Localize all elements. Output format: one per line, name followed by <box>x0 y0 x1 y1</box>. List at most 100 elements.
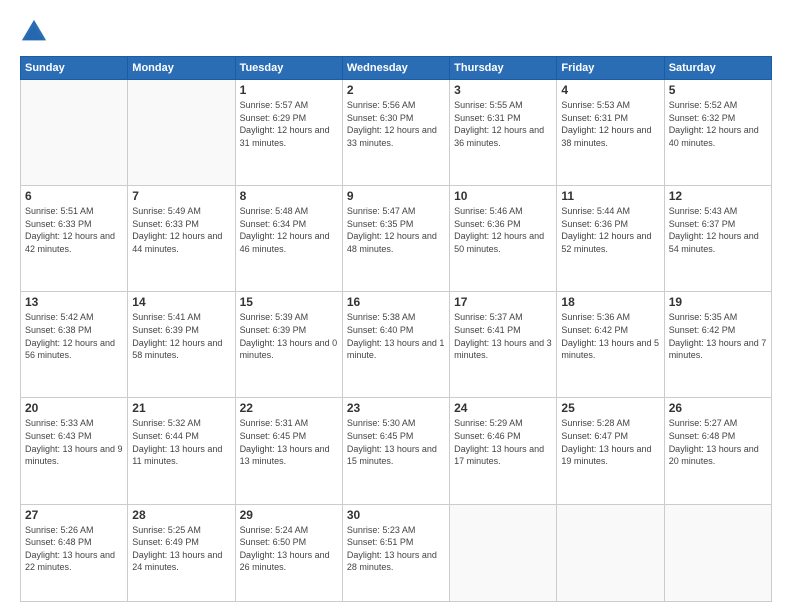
calendar-header-saturday: Saturday <box>664 57 771 80</box>
calendar-cell: 29 Sunrise: 5:24 AMSunset: 6:50 PMDayligh… <box>235 504 342 601</box>
day-info: Sunrise: 5:23 AMSunset: 6:51 PMDaylight:… <box>347 524 445 574</box>
day-info: Sunrise: 5:28 AMSunset: 6:47 PMDaylight:… <box>561 417 659 467</box>
logo <box>20 18 52 46</box>
calendar-cell: 20 Sunrise: 5:33 AMSunset: 6:43 PMDayligh… <box>21 398 128 504</box>
calendar-cell: 14Sunrise: 5:41 AMSunset: 6:39 PMDayligh… <box>128 292 235 398</box>
day-number: 16 <box>347 295 445 309</box>
calendar-cell: 8 Sunrise: 5:48 AMSunset: 6:34 PMDaylight… <box>235 186 342 292</box>
calendar-table: SundayMondayTuesdayWednesdayThursdayFrid… <box>20 56 772 602</box>
calendar-cell: 13Sunrise: 5:42 AMSunset: 6:38 PMDayligh… <box>21 292 128 398</box>
calendar-cell: 19 Sunrise: 5:35 AMSunset: 6:42 PMDayligh… <box>664 292 771 398</box>
day-info: Sunrise: 5:32 AMSunset: 6:44 PMDaylight:… <box>132 417 230 467</box>
day-info: Sunrise: 5:51 AMSunset: 6:33 PMDaylight:… <box>25 205 123 255</box>
day-number: 29 <box>240 508 338 522</box>
day-number: 17 <box>454 295 552 309</box>
calendar-cell: 9 Sunrise: 5:47 AMSunset: 6:35 PMDaylight… <box>342 186 449 292</box>
day-info: Sunrise: 5:24 AMSunset: 6:50 PMDaylight:… <box>240 524 338 574</box>
calendar-cell <box>128 80 235 186</box>
calendar-week-row: 6 Sunrise: 5:51 AMSunset: 6:33 PMDaylight… <box>21 186 772 292</box>
day-number: 6 <box>25 189 123 203</box>
calendar-header-sunday: Sunday <box>21 57 128 80</box>
day-number: 27 <box>25 508 123 522</box>
day-number: 22 <box>240 401 338 415</box>
day-number: 18 <box>561 295 659 309</box>
day-info: Sunrise: 5:48 AMSunset: 6:34 PMDaylight:… <box>240 205 338 255</box>
calendar-cell: 17 Sunrise: 5:37 AMSunset: 6:41 PMDayligh… <box>450 292 557 398</box>
calendar-cell: 12Sunrise: 5:43 AMSunset: 6:37 PMDayligh… <box>664 186 771 292</box>
calendar-header-thursday: Thursday <box>450 57 557 80</box>
day-info: Sunrise: 5:53 AMSunset: 6:31 PMDaylight:… <box>561 99 659 149</box>
calendar-cell: 15 Sunrise: 5:39 AMSunset: 6:39 PMDayligh… <box>235 292 342 398</box>
day-number: 1 <box>240 83 338 97</box>
day-info: Sunrise: 5:49 AMSunset: 6:33 PMDaylight:… <box>132 205 230 255</box>
day-info: Sunrise: 5:26 AMSunset: 6:48 PMDaylight:… <box>25 524 123 574</box>
calendar-cell: 21 Sunrise: 5:32 AMSunset: 6:44 PMDayligh… <box>128 398 235 504</box>
calendar-header-friday: Friday <box>557 57 664 80</box>
calendar-cell: 27 Sunrise: 5:26 AMSunset: 6:48 PMDayligh… <box>21 504 128 601</box>
day-number: 7 <box>132 189 230 203</box>
calendar-cell: 11 Sunrise: 5:44 AMSunset: 6:36 PMDayligh… <box>557 186 664 292</box>
day-number: 9 <box>347 189 445 203</box>
day-info: Sunrise: 5:56 AMSunset: 6:30 PMDaylight:… <box>347 99 445 149</box>
day-number: 14 <box>132 295 230 309</box>
day-number: 19 <box>669 295 767 309</box>
day-info: Sunrise: 5:29 AMSunset: 6:46 PMDaylight:… <box>454 417 552 467</box>
day-number: 28 <box>132 508 230 522</box>
logo-icon <box>20 18 48 46</box>
calendar-cell: 26 Sunrise: 5:27 AMSunset: 6:48 PMDayligh… <box>664 398 771 504</box>
day-number: 24 <box>454 401 552 415</box>
day-number: 21 <box>132 401 230 415</box>
calendar-cell: 28 Sunrise: 5:25 AMSunset: 6:49 PMDayligh… <box>128 504 235 601</box>
page: SundayMondayTuesdayWednesdayThursdayFrid… <box>0 0 792 612</box>
day-info: Sunrise: 5:37 AMSunset: 6:41 PMDaylight:… <box>454 311 552 361</box>
day-number: 20 <box>25 401 123 415</box>
day-info: Sunrise: 5:47 AMSunset: 6:35 PMDaylight:… <box>347 205 445 255</box>
calendar-cell: 10 Sunrise: 5:46 AMSunset: 6:36 PMDayligh… <box>450 186 557 292</box>
calendar-cell: 30 Sunrise: 5:23 AMSunset: 6:51 PMDayligh… <box>342 504 449 601</box>
day-number: 25 <box>561 401 659 415</box>
day-info: Sunrise: 5:31 AMSunset: 6:45 PMDaylight:… <box>240 417 338 467</box>
day-number: 11 <box>561 189 659 203</box>
day-number: 10 <box>454 189 552 203</box>
day-number: 4 <box>561 83 659 97</box>
day-info: Sunrise: 5:55 AMSunset: 6:31 PMDaylight:… <box>454 99 552 149</box>
calendar-cell: 18Sunrise: 5:36 AMSunset: 6:42 PMDayligh… <box>557 292 664 398</box>
day-info: Sunrise: 5:33 AMSunset: 6:43 PMDaylight:… <box>25 417 123 467</box>
day-number: 8 <box>240 189 338 203</box>
day-info: Sunrise: 5:27 AMSunset: 6:48 PMDaylight:… <box>669 417 767 467</box>
day-info: Sunrise: 5:25 AMSunset: 6:49 PMDaylight:… <box>132 524 230 574</box>
day-info: Sunrise: 5:39 AMSunset: 6:39 PMDaylight:… <box>240 311 338 361</box>
day-number: 5 <box>669 83 767 97</box>
calendar-cell: 24 Sunrise: 5:29 AMSunset: 6:46 PMDayligh… <box>450 398 557 504</box>
day-number: 15 <box>240 295 338 309</box>
calendar-week-row: 20 Sunrise: 5:33 AMSunset: 6:43 PMDayligh… <box>21 398 772 504</box>
calendar-cell: 7 Sunrise: 5:49 AMSunset: 6:33 PMDaylight… <box>128 186 235 292</box>
calendar-cell: 1 Sunrise: 5:57 AMSunset: 6:29 PMDaylight… <box>235 80 342 186</box>
day-number: 26 <box>669 401 767 415</box>
calendar-cell: 16 Sunrise: 5:38 AMSunset: 6:40 PMDayligh… <box>342 292 449 398</box>
calendar-week-row: 1 Sunrise: 5:57 AMSunset: 6:29 PMDaylight… <box>21 80 772 186</box>
day-info: Sunrise: 5:44 AMSunset: 6:36 PMDaylight:… <box>561 205 659 255</box>
calendar-header-wednesday: Wednesday <box>342 57 449 80</box>
calendar-week-row: 27 Sunrise: 5:26 AMSunset: 6:48 PMDayligh… <box>21 504 772 601</box>
day-number: 2 <box>347 83 445 97</box>
calendar-cell: 25 Sunrise: 5:28 AMSunset: 6:47 PMDayligh… <box>557 398 664 504</box>
day-number: 23 <box>347 401 445 415</box>
calendar-cell: 3Sunrise: 5:55 AMSunset: 6:31 PMDaylight… <box>450 80 557 186</box>
calendar-cell: 4 Sunrise: 5:53 AMSunset: 6:31 PMDaylight… <box>557 80 664 186</box>
header <box>20 18 772 46</box>
day-info: Sunrise: 5:42 AMSunset: 6:38 PMDaylight:… <box>25 311 123 361</box>
day-info: Sunrise: 5:38 AMSunset: 6:40 PMDaylight:… <box>347 311 445 361</box>
day-number: 30 <box>347 508 445 522</box>
day-info: Sunrise: 5:57 AMSunset: 6:29 PMDaylight:… <box>240 99 338 149</box>
day-info: Sunrise: 5:30 AMSunset: 6:45 PMDaylight:… <box>347 417 445 467</box>
day-info: Sunrise: 5:52 AMSunset: 6:32 PMDaylight:… <box>669 99 767 149</box>
calendar-cell <box>21 80 128 186</box>
day-info: Sunrise: 5:35 AMSunset: 6:42 PMDaylight:… <box>669 311 767 361</box>
calendar-cell: 23 Sunrise: 5:30 AMSunset: 6:45 PMDayligh… <box>342 398 449 504</box>
calendar-cell: 22 Sunrise: 5:31 AMSunset: 6:45 PMDayligh… <box>235 398 342 504</box>
calendar-cell <box>450 504 557 601</box>
calendar-cell <box>557 504 664 601</box>
calendar-header-monday: Monday <box>128 57 235 80</box>
day-info: Sunrise: 5:46 AMSunset: 6:36 PMDaylight:… <box>454 205 552 255</box>
